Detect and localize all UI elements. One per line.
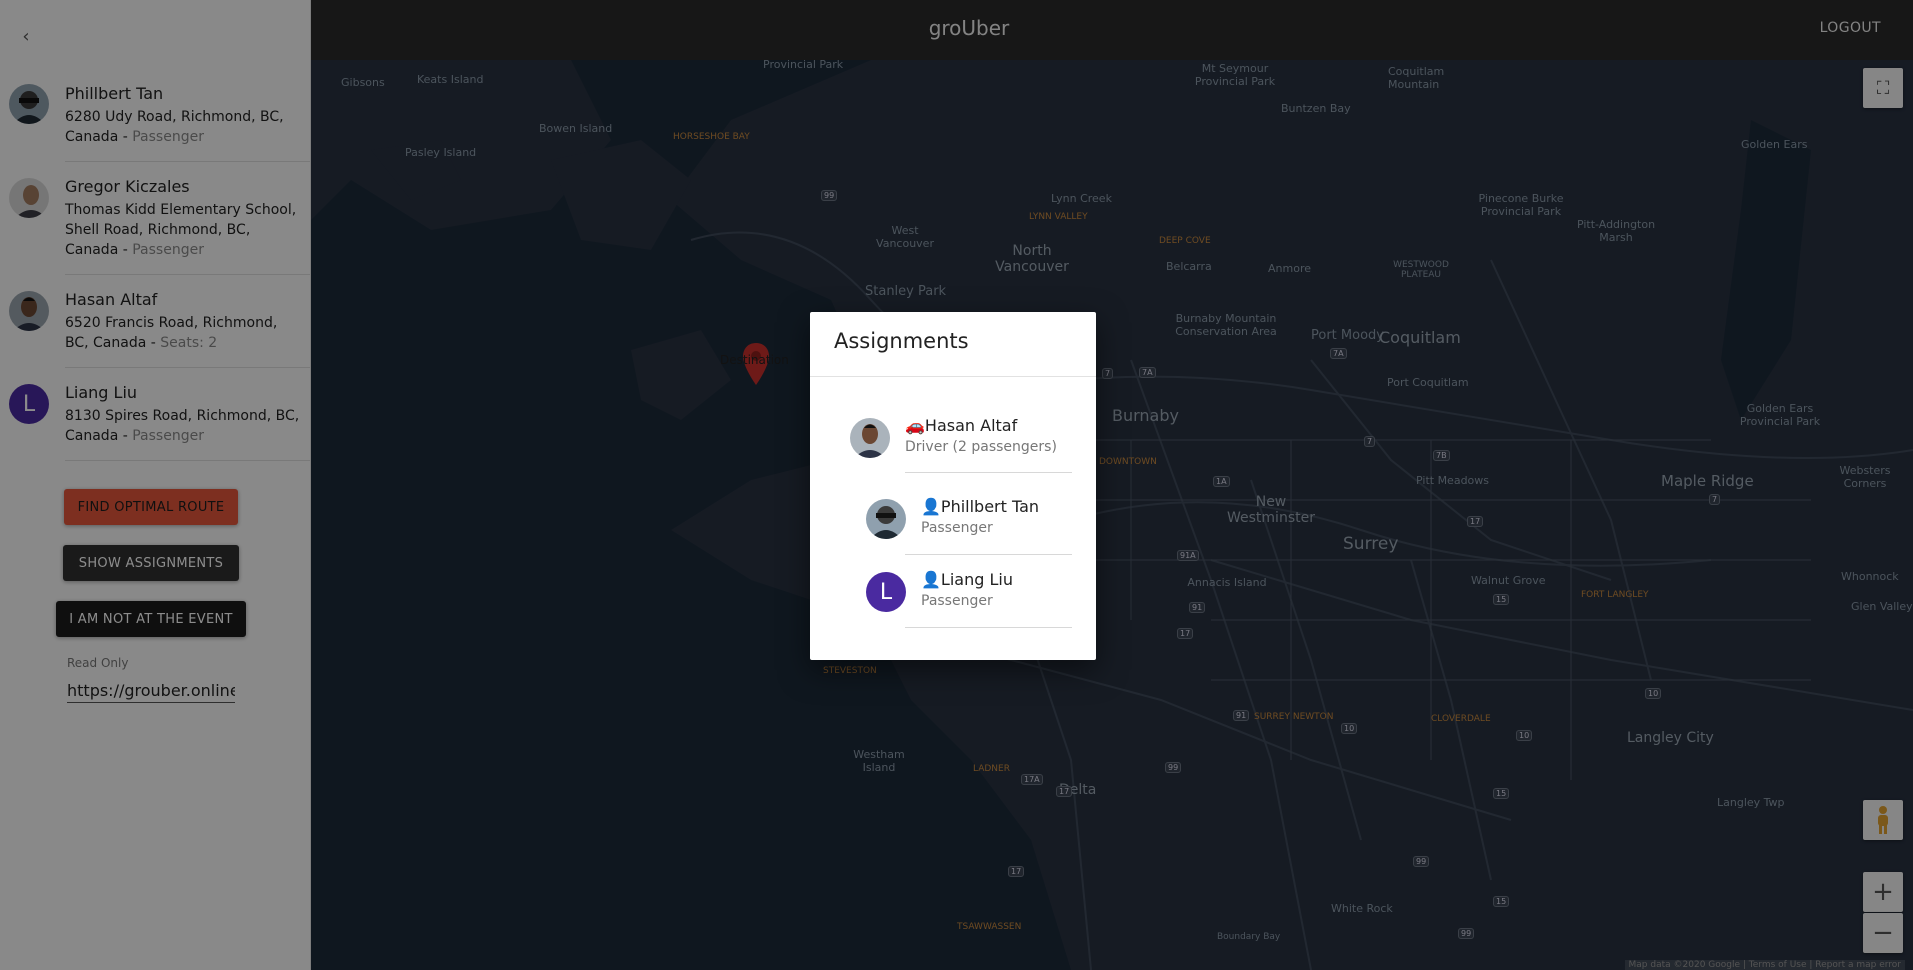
- assignment-role: Passenger: [921, 593, 993, 609]
- assignment-role: Driver (2 passengers): [905, 439, 1057, 455]
- assignments-dialog: Assignments 🚗Hasan Altaf Driver (2 passe…: [810, 312, 1096, 660]
- assignment-name: 👤Liang Liu: [921, 570, 1013, 589]
- assignment-role: Passenger: [921, 520, 993, 536]
- avatar: [850, 418, 890, 458]
- person-icon: 👤: [921, 570, 941, 589]
- divider: [905, 472, 1072, 473]
- avatar: L: [866, 572, 906, 612]
- dialog-title: Assignments: [834, 329, 969, 353]
- assignment-name: 👤Phillbert Tan: [921, 497, 1040, 516]
- assignment-name: 🚗Hasan Altaf: [905, 416, 1018, 435]
- avatar: [866, 499, 906, 539]
- divider: [905, 627, 1072, 628]
- car-icon: 🚗: [905, 416, 925, 435]
- person-icon: 👤: [921, 497, 941, 516]
- divider: [905, 554, 1072, 555]
- divider: [810, 376, 1096, 377]
